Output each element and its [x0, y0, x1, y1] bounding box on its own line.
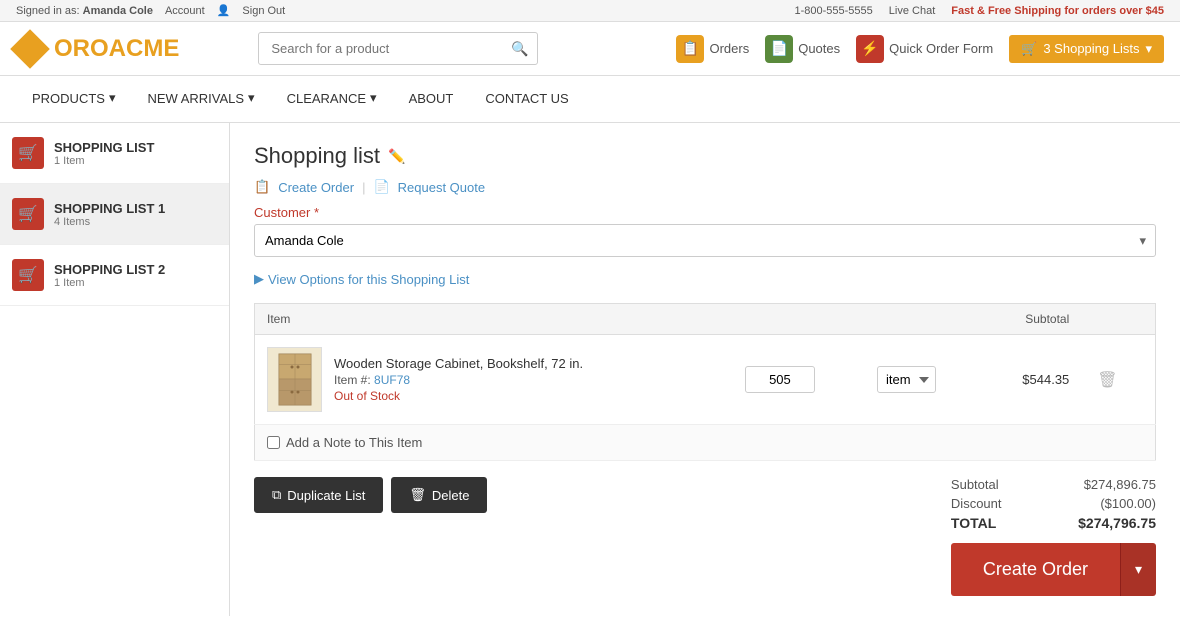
sidebar-item-list1[interactable]: 🛒 SHOPPING LIST 1 Item	[0, 123, 229, 184]
bottom-actions: ⧉ Duplicate List 🗑 Delete Subtotal $274,…	[254, 477, 1156, 596]
product-cell: Wooden Storage Cabinet, Bookshelf, 72 in…	[255, 335, 733, 425]
add-note-row: Add a Note to This Item	[255, 425, 1156, 461]
page-title-row: Shopping list ✏️	[254, 143, 1156, 169]
cart-icon: 🛒	[1021, 41, 1037, 57]
quotes-link[interactable]: 📄 Quotes	[765, 35, 840, 63]
top-bar-left: Signed in as: Amanda Cole Account 👤 Sign…	[16, 4, 285, 17]
duplicate-icon: ⧉	[272, 487, 281, 503]
customer-select[interactable]: Amanda Cole	[254, 224, 1156, 257]
shopping-lists-button[interactable]: 🛒 3 Shopping Lists ▾	[1009, 35, 1164, 63]
search-icon: 🔍	[511, 40, 528, 57]
quotes-icon: 📄	[765, 35, 793, 63]
signed-in-label: Signed in as: Amanda Cole	[16, 5, 153, 17]
main-nav: PRODUCTS ▾ NEW ARRIVALS ▾ CLEARANCE ▾ AB…	[0, 76, 1180, 123]
product-name: Wooden Storage Cabinet, Bookshelf, 72 in…	[334, 356, 583, 371]
subtotal-cell: $544.35	[982, 335, 1082, 425]
create-order-button[interactable]: Create Order	[951, 543, 1120, 596]
duplicate-list-button[interactable]: ⧉ Duplicate List	[254, 477, 383, 513]
create-order-dropdown-icon: ▾	[1135, 561, 1142, 577]
list-icon-2: 🛒	[12, 198, 44, 230]
product-stock: Out of Stock	[334, 389, 583, 403]
unit-cell: item	[865, 335, 982, 425]
add-note-label[interactable]: Add a Note to This Item	[267, 435, 1143, 450]
new-arrivals-arrow-icon: ▾	[248, 90, 255, 106]
sidebar-item-list2[interactable]: 🛒 SHOPPING LIST 1 4 Items	[0, 184, 229, 245]
header: OROACME 🔍 📋 Orders 📄 Quotes ⚡ Quick Orde…	[0, 22, 1180, 76]
sidebar: 🛒 SHOPPING LIST 1 Item 🛒 SHOPPING LIST 1…	[0, 123, 230, 616]
nav-clearance[interactable]: CLEARANCE ▾	[271, 76, 393, 122]
summary-total-row: TOTAL $274,796.75	[951, 515, 1156, 531]
product-image-svg	[275, 352, 315, 407]
table-header-row: Item Subtotal	[255, 304, 1156, 335]
quick-order-icon: ⚡	[856, 35, 884, 63]
search-bar: 🔍	[258, 32, 538, 65]
delete-cell: 🗑	[1081, 335, 1155, 425]
table-row: Wooden Storage Cabinet, Bookshelf, 72 in…	[255, 335, 1156, 425]
user-icon: 👤	[217, 4, 231, 17]
top-bar: Signed in as: Amanda Cole Account 👤 Sign…	[0, 0, 1180, 22]
page-title: Shopping list	[254, 143, 380, 169]
nav-left: PRODUCTS ▾ NEW ARRIVALS ▾ CLEARANCE ▾ AB…	[16, 76, 585, 122]
col-qty	[733, 304, 865, 335]
add-note-checkbox[interactable]	[267, 436, 280, 449]
bottom-buttons: ⧉ Duplicate List 🗑 Delete	[254, 477, 487, 513]
logo-diamond-icon	[10, 29, 50, 69]
clearance-arrow-icon: ▾	[370, 90, 377, 106]
action-links: 📋 Create Order | 📄 Request Quote	[254, 179, 1156, 195]
unit-select[interactable]: item	[877, 366, 936, 393]
orders-link[interactable]: 📋 Orders	[676, 35, 749, 63]
dropdown-arrow-icon: ▾	[1145, 41, 1152, 57]
request-quote-link[interactable]: Request Quote	[398, 180, 485, 195]
col-actions	[1081, 304, 1155, 335]
orders-icon: 📋	[676, 35, 704, 63]
summary-panel: Subtotal $274,896.75 Discount ($100.00) …	[951, 477, 1156, 596]
create-order-link[interactable]: Create Order	[278, 180, 354, 195]
product-sku-link[interactable]: 8UF78	[374, 373, 410, 387]
product-image	[267, 347, 322, 412]
products-arrow-icon: ▾	[109, 90, 116, 106]
view-options-link[interactable]: ▶ View Options for this Shopping List	[254, 271, 1156, 287]
nav-about[interactable]: ABOUT	[393, 76, 470, 122]
qty-input[interactable]	[745, 366, 815, 393]
top-bar-right: 1-800-555-5555 Live Chat Fast & Free Shi…	[794, 5, 1164, 17]
logo[interactable]: OROACME	[16, 35, 179, 63]
promo-text: Fast & Free Shipping for orders over $45	[951, 5, 1164, 17]
delete-list-button[interactable]: 🗑 Delete	[391, 477, 487, 513]
sign-out-link[interactable]: Sign Out	[242, 5, 285, 17]
sidebar-item-list3[interactable]: 🛒 SHOPPING LIST 2 1 Item	[0, 245, 229, 306]
live-chat-link[interactable]: Live Chat	[889, 5, 935, 17]
nav-contact-us[interactable]: CONTACT US	[469, 76, 584, 122]
items-table: Item Subtotal	[254, 303, 1156, 461]
col-item: Item	[255, 304, 733, 335]
col-subtotal: Subtotal	[982, 304, 1082, 335]
create-order-icon: 📋	[254, 179, 270, 195]
edit-icon[interactable]: ✏️	[388, 148, 405, 165]
product-sku: Item #: 8UF78	[334, 373, 583, 387]
create-order-panel: Create Order ▾	[951, 543, 1156, 596]
list-icon-1: 🛒	[12, 137, 44, 169]
summary-discount-row: Discount ($100.00)	[951, 496, 1156, 511]
nav-new-arrivals[interactable]: NEW ARRIVALS ▾	[131, 76, 270, 122]
qty-cell	[733, 335, 865, 425]
customer-select-wrapper: Amanda Cole ▾	[254, 224, 1156, 257]
quick-order-link[interactable]: ⚡ Quick Order Form	[856, 35, 993, 63]
trash-icon: 🗑	[409, 487, 426, 503]
delete-row-button[interactable]: 🗑	[1093, 366, 1121, 394]
summary-subtotal-row: Subtotal $274,896.75	[951, 477, 1156, 492]
account-link[interactable]: Account	[165, 5, 205, 17]
request-quote-icon: 📄	[373, 179, 389, 195]
phone-number: 1-800-555-5555	[794, 5, 872, 17]
chevron-right-icon: ▶	[254, 271, 264, 287]
main-content: Shopping list ✏️ 📋 Create Order | 📄 Requ…	[230, 123, 1180, 616]
separator: |	[362, 180, 365, 195]
search-input[interactable]	[258, 32, 538, 65]
header-actions: 📋 Orders 📄 Quotes ⚡ Quick Order Form 🛒 3…	[676, 35, 1164, 63]
create-order-dropdown-button[interactable]: ▾	[1120, 543, 1156, 596]
col-unit	[865, 304, 982, 335]
main-layout: 🛒 SHOPPING LIST 1 Item 🛒 SHOPPING LIST 1…	[0, 123, 1180, 616]
required-indicator: *	[314, 205, 319, 220]
list-icon-3: 🛒	[12, 259, 44, 291]
customer-label: Customer *	[254, 205, 1156, 220]
nav-products[interactable]: PRODUCTS ▾	[16, 76, 131, 122]
